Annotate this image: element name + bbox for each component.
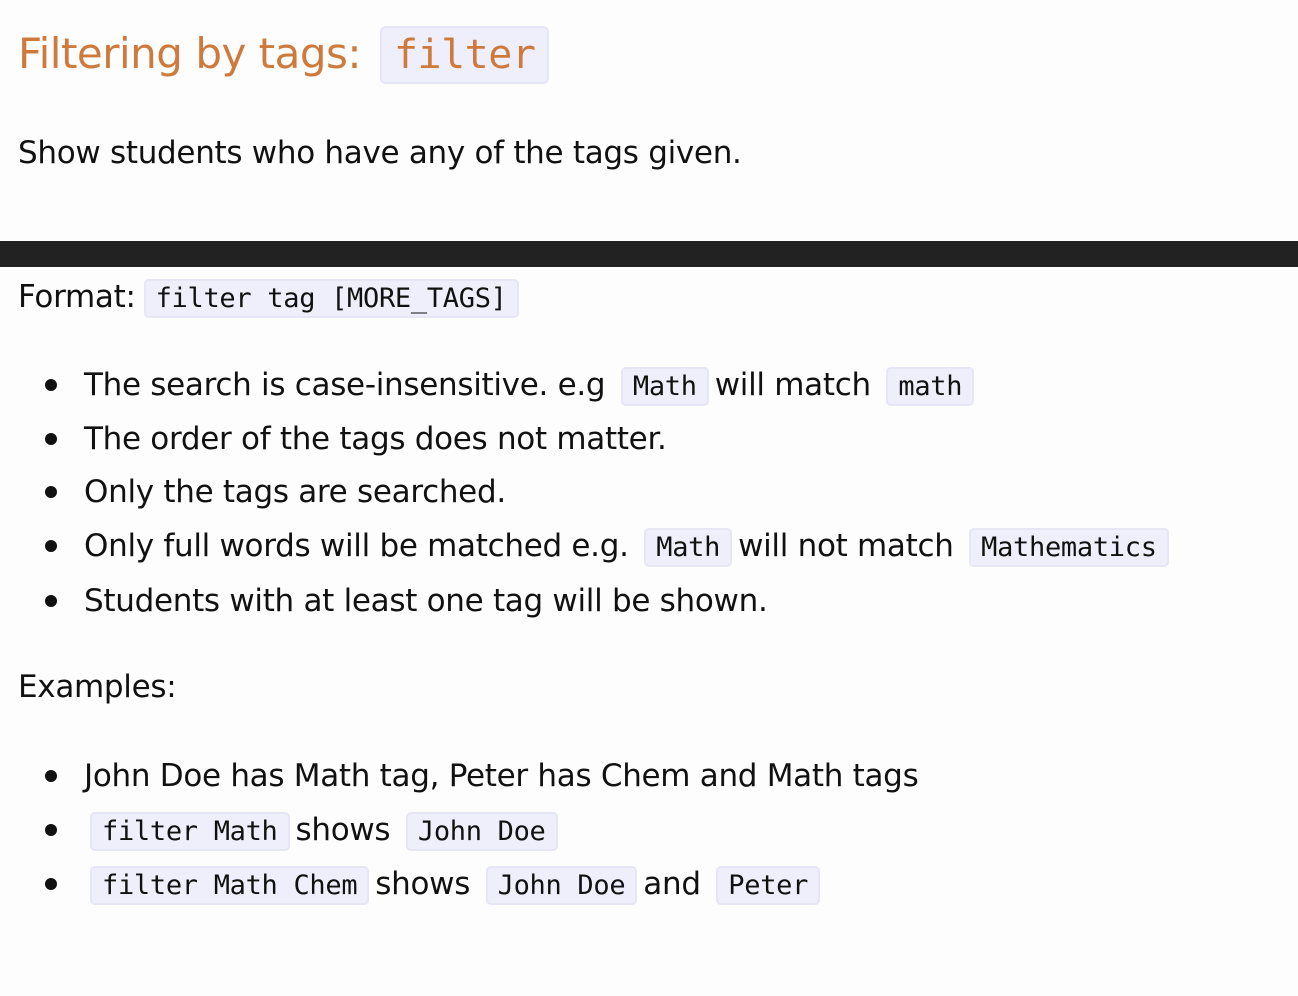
list-item: The search is case-insensitive. e.g Math… [18, 358, 1175, 412]
example-code: filter Math [90, 812, 290, 851]
list-item: filter Math shows John Doe [18, 803, 918, 857]
note-text: The search is case-insensitive. e.g [84, 367, 606, 403]
notes-list: The search is case-insensitive. e.g Math… [18, 358, 1175, 628]
example-text: shows [375, 866, 471, 902]
list-item: John Doe has Math tag, Peter has Chem an… [18, 749, 919, 803]
examples-label: Examples: [18, 669, 177, 705]
list-item: filter Math Chem shows John Doe and Peter [18, 857, 918, 911]
example-code: John Doe [405, 812, 558, 851]
note-code: math [886, 367, 975, 406]
format-line: Format: filter tag [MORE_TAGS] [18, 272, 519, 324]
heading-command-code: filter [379, 26, 550, 84]
example-text: and [643, 866, 701, 902]
example-text: shows [295, 812, 391, 848]
example-code: filter Math Chem [90, 866, 370, 905]
format-syntax-code: filter tag [MORE_TAGS] [143, 279, 519, 318]
examples-list: John Doe has Math tag, Peter has Chem an… [18, 749, 919, 911]
list-item: Only full words will be matched e.g. Mat… [18, 519, 1175, 574]
list-item: The order of the tags does not matter. [18, 412, 1175, 465]
example-code: Peter [716, 866, 821, 905]
note-code: Mathematics [969, 528, 1169, 567]
section-heading: Filtering by tags: filter [18, 22, 550, 87]
horizontal-rule [0, 241, 1298, 267]
list-item: Only the tags are searched. [18, 465, 1175, 519]
section-description: Show students who have any of the tags g… [18, 135, 742, 171]
example-code: John Doe [485, 866, 638, 905]
note-text: will match [714, 367, 871, 403]
list-item: Students with at least one tag will be s… [18, 574, 1175, 628]
heading-text: Filtering by tags: [18, 29, 362, 78]
note-code: Math [620, 367, 709, 406]
note-code: Math [644, 528, 733, 567]
example-text: John Doe has Math tag, Peter has Chem an… [84, 758, 919, 794]
note-text: will not match [738, 528, 954, 564]
note-text: Students with at least one tag will be s… [84, 583, 768, 619]
note-text: Only the tags are searched. [84, 474, 506, 510]
note-text: The order of the tags does not matter. [84, 421, 667, 457]
format-label: Format: [18, 279, 136, 315]
note-text: Only full words will be matched e.g. [84, 528, 629, 564]
